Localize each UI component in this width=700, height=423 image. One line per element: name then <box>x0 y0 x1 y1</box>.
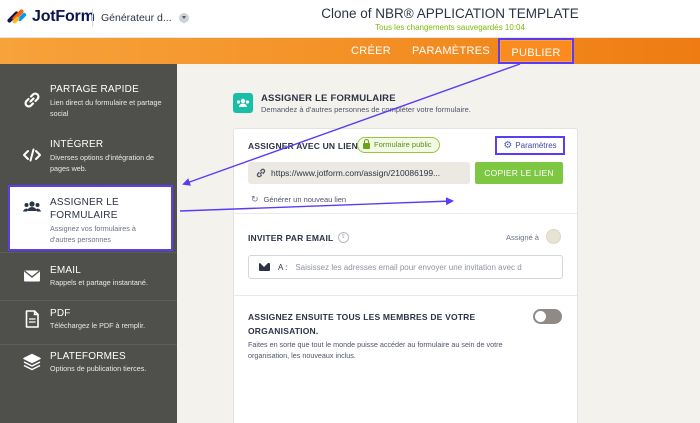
org-assign-title: ASSIGNEZ ENSUITE TOUS LES MEMBRES DE VOT… <box>248 312 476 336</box>
builder-select[interactable]: Générateur d... <box>101 12 189 24</box>
generate-new-link[interactable]: ↻ Générer un nouveau lien <box>251 194 346 205</box>
envelope-icon <box>24 270 40 282</box>
form-link-url: https://www.jotform.com/assign/210086199… <box>271 168 441 178</box>
builder-select-label: Générateur d... <box>101 12 172 24</box>
sidebar-item-title: PARTAGE RAPIDE <box>50 84 139 95</box>
settings-button-label: Paramètres <box>515 141 557 150</box>
layers-icon <box>23 353 41 371</box>
email-invite-field[interactable]: A : Saisissez les adresses email pour en… <box>248 255 563 279</box>
assign-link-label: ASSIGNER AVEC UN LIEN <box>248 141 358 151</box>
main-content: ASSIGNER LE FORMULAIRE Demandez à d'autr… <box>177 64 700 423</box>
sidebar-item-pdf[interactable]: PDF Téléchargez le PDF à remplir. <box>0 308 177 340</box>
sidebar-item-assigner[interactable]: ASSIGNER LE FORMULAIRE Assignez vos form… <box>8 185 173 251</box>
code-icon <box>23 148 41 162</box>
upload-icon[interactable]: ⇪ <box>338 232 349 243</box>
saved-status: Tous les changements sauvegardés 10:04 <box>375 23 525 32</box>
envelope-icon <box>259 263 270 271</box>
sidebar-item-title: ASSIGNER LE FORMULAIRE <box>50 197 119 221</box>
assign-form-icon <box>233 93 253 113</box>
section-subtitle: Demandez à d'autres personnes de complét… <box>261 105 471 114</box>
sidebar-item-partage-rapide[interactable]: PARTAGE RAPIDE Lien direct du formulaire… <box>0 84 177 130</box>
form-link-field[interactable]: https://www.jotform.com/assign/210086199… <box>248 162 470 184</box>
sidebar-item-desc: Assignez vos formulaires à d'autres pers… <box>50 224 136 244</box>
sidebar-item-title: PDF <box>50 308 71 319</box>
publish-sidebar: PARTAGE RAPIDE Lien direct du formulaire… <box>0 64 177 423</box>
sidebar-item-plateformes[interactable]: PLATEFORMES Options de publication tierc… <box>0 351 177 383</box>
public-form-badge[interactable]: Formulaire public <box>357 137 440 153</box>
sidebar-item-desc: Diverses options d'intégration de pages … <box>50 153 155 173</box>
tab-creer[interactable]: CRÉER <box>340 38 402 64</box>
tab-parametres[interactable]: PARAMÈTRES <box>408 38 494 64</box>
email-placeholder: Saisissez les adresses email pour envoye… <box>295 262 522 272</box>
generate-link-label: Générer un nouveau lien <box>263 195 347 204</box>
copy-link-button[interactable]: COPIER LE LIEN <box>475 162 563 184</box>
chevron-down-icon <box>178 13 189 23</box>
org-assign-description: Faites en sorte que tout le monde puisse… <box>248 340 503 360</box>
badge-label: Formulaire public <box>374 140 432 149</box>
users-icon <box>23 201 41 212</box>
sidebar-separator <box>0 300 177 301</box>
sidebar-separator <box>0 344 177 345</box>
link-icon <box>256 168 266 178</box>
header-divider <box>92 9 93 27</box>
sidebar-item-title: INTÉGRER <box>50 139 104 150</box>
email-to-prefix: A : <box>278 262 288 272</box>
lock-icon <box>363 139 370 149</box>
refresh-icon: ↻ <box>251 194 259 204</box>
org-assign-toggle[interactable] <box>533 309 562 324</box>
tab-publier[interactable]: PUBLIER <box>498 38 574 64</box>
section-title: ASSIGNER LE FORMULAIRE <box>261 93 396 104</box>
jotform-logo-icon <box>6 8 27 26</box>
assigned-to-label: Assigné à <box>506 233 539 242</box>
sidebar-item-integrer[interactable]: INTÉGRER Diverses options d'intégration … <box>0 139 177 185</box>
logo-text: JotForm <box>32 8 95 25</box>
sidebar-separator <box>0 252 177 253</box>
sidebar-item-email[interactable]: EMAIL Rappels et partage instantané. <box>0 265 177 297</box>
settings-button[interactable]: ⚙ Paramètres <box>495 136 565 155</box>
sidebar-item-desc: Rappels et partage instantané. <box>50 278 148 287</box>
sidebar-item-title: EMAIL <box>50 265 82 276</box>
sidebar-item-desc: Options de publication tierces. <box>50 364 147 373</box>
jotform-logo[interactable]: JotForm <box>6 8 95 26</box>
pdf-icon <box>25 310 39 328</box>
top-header: JotForm Générateur d... Clone of NBR® AP… <box>0 0 700 38</box>
sidebar-item-desc: Téléchargez le PDF à remplir. <box>50 321 146 330</box>
link-icon <box>24 92 40 108</box>
main-nav: CRÉER PARAMÈTRES PUBLIER <box>0 38 700 64</box>
sidebar-item-desc: Lien direct du formulaire et partage soc… <box>50 98 162 118</box>
sidebar-item-title: PLATEFORMES <box>50 351 126 362</box>
card-divider <box>234 295 577 296</box>
invite-email-label: INVITER PAR EMAIL <box>248 233 334 243</box>
card-divider <box>234 213 577 214</box>
gear-icon: ⚙ <box>503 140 513 151</box>
avatar[interactable] <box>546 229 561 244</box>
form-title[interactable]: Clone of NBR® APPLICATION TEMPLATE <box>300 6 600 21</box>
assign-card: ASSIGNER AVEC UN LIEN Formulaire public … <box>233 128 578 423</box>
